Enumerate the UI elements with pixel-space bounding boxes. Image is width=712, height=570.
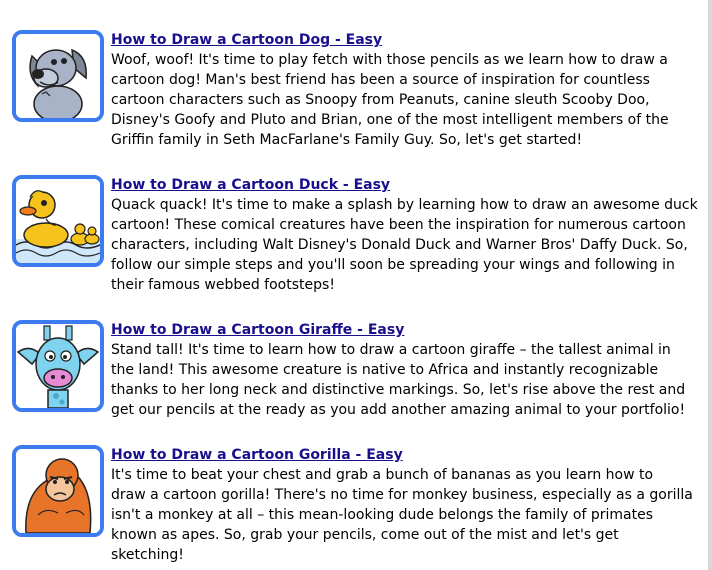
article-gorilla-line-2: draw a cartoon gorilla! There's no time … xyxy=(111,487,693,503)
article-duck-line-1: Quack quack! It's time to make a splash … xyxy=(111,197,698,213)
article-giraffe-line-1: Stand tall! It's time to learn how to dr… xyxy=(111,342,671,358)
article-duck-line-2: cartoon! These comical creatures have be… xyxy=(111,217,686,233)
article-giraffe-line-4: get our pencils at the ready as you add … xyxy=(111,402,686,418)
cartoon-gorilla-icon xyxy=(16,449,100,533)
thumbnail-giraffe[interactable] xyxy=(12,320,104,412)
article-giraffe-line-3: thanks to her long neck and distinctive … xyxy=(111,382,686,398)
cartoon-giraffe-icon xyxy=(16,324,100,408)
article-duck-line-3: characters, including Walt Disney's Dona… xyxy=(111,237,688,253)
article-dog-line-3: cartoon characters such as Snoopy from P… xyxy=(111,92,650,108)
article-duck-line-4: follow our simple steps and you'll soon … xyxy=(111,257,675,273)
thumbnail-dog[interactable] xyxy=(12,30,104,122)
article-gorilla-body: How to Draw a Cartoon Gorilla - Easy It'… xyxy=(111,445,703,565)
thumbnail-gorilla[interactable] xyxy=(12,445,104,537)
article-dog-title-link[interactable]: How to Draw a Cartoon Dog - Easy xyxy=(111,30,703,50)
article-duck-title-link[interactable]: How to Draw a Cartoon Duck - Easy xyxy=(111,175,703,195)
article-gorilla-line-3: isn't a monkey at all – this mean-lookin… xyxy=(111,507,654,523)
article-duck-body: How to Draw a Cartoon Duck - Easy Quack … xyxy=(111,175,703,295)
article-dog-line-5: Griffin family in Seth MacFarlane's Fami… xyxy=(111,132,583,148)
article-duck-line-5: their famous webbed footsteps! xyxy=(111,277,335,293)
thumbnail-duck[interactable] xyxy=(12,175,104,267)
article-gorilla-line-1: It's time to beat your chest and grab a … xyxy=(111,467,654,483)
article-gorilla-line-5: sketching! xyxy=(111,547,184,563)
cartoon-duck-icon xyxy=(16,179,100,263)
article-gorilla-line-4: known as apes. So, grab your pencils, co… xyxy=(111,527,619,543)
article-dog-line-4: Disney's Goofy and Pluto and Brian, one … xyxy=(111,112,669,128)
article-dog-line-1: Woof, woof! It's time to play fetch with… xyxy=(111,52,668,68)
page-right-edge xyxy=(708,0,712,570)
article-dog-line-2: cartoon dog! Man's best friend has been … xyxy=(111,72,650,88)
article-giraffe-title-link[interactable]: How to Draw a Cartoon Giraffe - Easy xyxy=(111,320,703,340)
cartoon-dog-icon xyxy=(16,34,100,118)
article-giraffe-line-2: the land! This awesome creature is nativ… xyxy=(111,362,659,378)
article-dog-body: How to Draw a Cartoon Dog - Easy Woof, w… xyxy=(111,30,703,150)
article-giraffe-body: How to Draw a Cartoon Giraffe - Easy Sta… xyxy=(111,320,703,420)
article-gorilla-title-link[interactable]: How to Draw a Cartoon Gorilla - Easy xyxy=(111,445,703,465)
